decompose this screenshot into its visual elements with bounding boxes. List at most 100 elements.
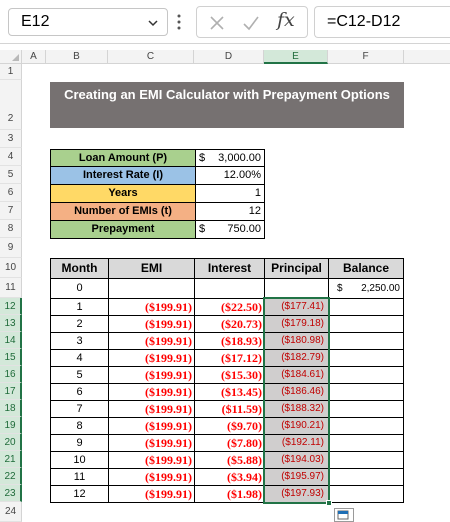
interest-cell[interactable]: ($22.50) (194, 298, 265, 316)
emi-cell[interactable]: ($199.91) (108, 315, 195, 333)
principal-cell[interactable]: ($192.11) (264, 434, 329, 452)
interest-cell[interactable]: ($18.93) (194, 332, 265, 350)
month-cell[interactable]: 3 (50, 332, 109, 350)
row-header-4[interactable]: 4 (0, 148, 22, 166)
principal-cell[interactable]: ($197.93) (264, 485, 329, 503)
balance-cell[interactable] (328, 349, 404, 367)
principal-cell[interactable]: ($179.18) (264, 315, 329, 333)
interest-cell[interactable]: ($1.98) (194, 485, 265, 503)
interest-cell[interactable]: ($15.30) (194, 366, 265, 384)
row-header-6[interactable]: 6 (0, 184, 22, 202)
row-header-2[interactable]: 2 (0, 80, 22, 130)
column-header-a[interactable]: A (22, 50, 46, 64)
fill-handle[interactable] (326, 500, 332, 506)
balance-cell[interactable] (328, 400, 404, 418)
row-header-22[interactable]: 22 (0, 468, 22, 485)
row-header-15[interactable]: 15 (0, 349, 22, 366)
row-header-3[interactable]: 3 (0, 130, 22, 148)
loan-amount-value[interactable]: $3,000.00 (195, 149, 265, 167)
interest-cell[interactable]: ($17.12) (194, 349, 265, 367)
interest-cell[interactable]: ($7.80) (194, 434, 265, 452)
emi-cell[interactable]: ($199.91) (108, 485, 195, 503)
column-header-d[interactable]: D (194, 50, 264, 64)
column-header-f[interactable]: F (328, 50, 404, 64)
formula-input[interactable]: =C12-D12 (314, 6, 450, 38)
month-cell[interactable]: 9 (50, 434, 109, 452)
enter-check-icon[interactable] (241, 13, 261, 33)
interest-cell[interactable]: ($9.70) (194, 417, 265, 435)
principal-cell[interactable]: ($190.21) (264, 417, 329, 435)
principal-cell[interactable]: ($184.61) (264, 366, 329, 384)
emi-cell[interactable]: ($199.91) (108, 468, 195, 486)
interest-rate-value[interactable]: 12.00% (195, 166, 265, 185)
principal-cell[interactable]: ($177.41) (264, 298, 329, 316)
row-header-1[interactable]: 1 (0, 64, 22, 80)
emi-cell[interactable]: ($199.91) (108, 434, 195, 452)
quick-analysis-button[interactable] (334, 508, 354, 522)
month-cell[interactable]: 7 (50, 400, 109, 418)
emi-cell[interactable]: ($199.91) (108, 366, 195, 384)
balance-cell[interactable] (328, 451, 404, 469)
row-header-10[interactable]: 10 (0, 258, 22, 278)
column-header-e[interactable]: E (264, 50, 328, 64)
emi-cell[interactable]: ($199.91) (108, 298, 195, 316)
interest-cell[interactable] (194, 278, 265, 299)
principal-cell[interactable]: ($195.97) (264, 468, 329, 486)
month-cell[interactable]: 4 (50, 349, 109, 367)
principal-cell[interactable]: ($186.46) (264, 383, 329, 401)
row-header-7[interactable]: 7 (0, 202, 22, 220)
cancel-icon[interactable] (207, 13, 227, 33)
header-balance[interactable]: Balance (328, 258, 404, 279)
num-emis-label[interactable]: Number of EMIs (t) (50, 202, 196, 221)
row-header-11[interactable]: 11 (0, 278, 22, 298)
row-header-19[interactable]: 19 (0, 417, 22, 434)
month-cell[interactable]: 1 (50, 298, 109, 316)
month-cell[interactable]: 6 (50, 383, 109, 401)
month-cell[interactable]: 12 (50, 485, 109, 503)
balance-cell[interactable] (328, 332, 404, 350)
header-interest[interactable]: Interest (194, 258, 265, 279)
emi-cell[interactable]: ($199.91) (108, 451, 195, 469)
years-value[interactable]: 1 (195, 184, 265, 203)
month-cell[interactable]: 2 (50, 315, 109, 333)
interest-cell[interactable]: ($20.73) (194, 315, 265, 333)
month-cell[interactable]: 8 (50, 417, 109, 435)
row-header-8[interactable]: 8 (0, 220, 22, 238)
row-header-12[interactable]: 12 (0, 298, 22, 315)
emi-cell[interactable]: ($199.91) (108, 417, 195, 435)
row-header-24[interactable]: 24 (0, 502, 22, 522)
interest-cell[interactable]: ($3.94) (194, 468, 265, 486)
balance-cell[interactable] (328, 417, 404, 435)
column-header-c[interactable]: C (108, 50, 194, 64)
interest-cell[interactable]: ($11.59) (194, 400, 265, 418)
principal-cell[interactable] (264, 278, 329, 299)
balance-cell[interactable] (328, 468, 404, 486)
balance-cell[interactable] (328, 366, 404, 384)
row-header-9[interactable]: 9 (0, 238, 22, 258)
month-cell[interactable]: 10 (50, 451, 109, 469)
num-emis-value[interactable]: 12 (195, 202, 265, 221)
principal-cell[interactable]: ($180.98) (264, 332, 329, 350)
interest-cell[interactable]: ($5.88) (194, 451, 265, 469)
interest-cell[interactable]: ($13.45) (194, 383, 265, 401)
emi-cell[interactable]: ($199.91) (108, 383, 195, 401)
principal-cell[interactable]: ($188.32) (264, 400, 329, 418)
balance-cell[interactable] (328, 485, 404, 503)
emi-cell[interactable]: ($199.91) (108, 349, 195, 367)
balance-cell[interactable] (328, 315, 404, 333)
row-header-16[interactable]: 16 (0, 366, 22, 383)
row-header-14[interactable]: 14 (0, 332, 22, 349)
principal-cell[interactable]: ($182.79) (264, 349, 329, 367)
select-all-corner[interactable] (0, 50, 22, 64)
insert-function-button[interactable]: fx (277, 9, 295, 31)
row-header-20[interactable]: 20 (0, 434, 22, 451)
column-header-g[interactable] (404, 50, 450, 64)
more-options-icon[interactable] (176, 12, 182, 32)
principal-cell[interactable]: ($194.03) (264, 451, 329, 469)
column-header-b[interactable]: B (46, 50, 108, 64)
loan-amount-label[interactable]: Loan Amount (P) (50, 149, 196, 167)
row-header-5[interactable]: 5 (0, 166, 22, 184)
sheet-title[interactable]: Creating an EMI Calculator with Prepayme… (50, 82, 404, 128)
header-principal[interactable]: Principal (264, 258, 329, 279)
interest-rate-label[interactable]: Interest Rate (I) (50, 166, 196, 185)
